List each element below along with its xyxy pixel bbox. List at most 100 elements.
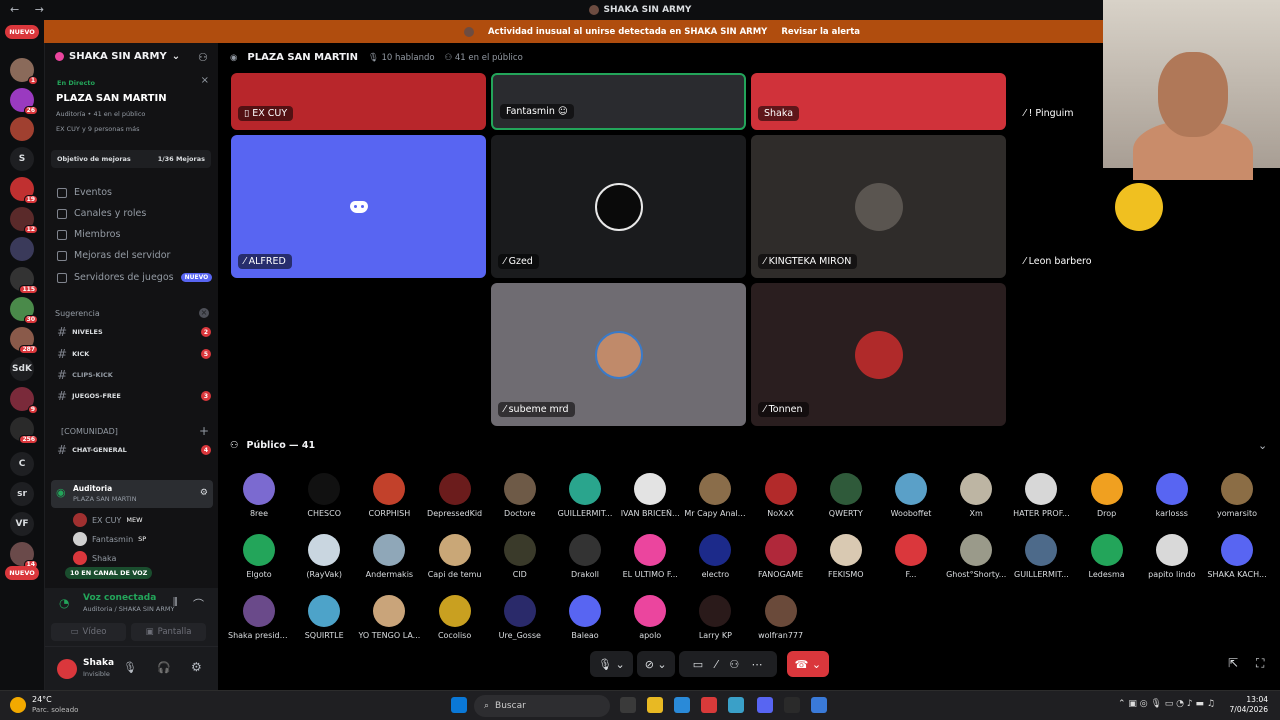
- server-icon[interactable]: 14: [10, 542, 38, 569]
- voice-channel-auditoria[interactable]: ◉ Auditoria PLAZA SAN MARTIN ⚙: [51, 480, 213, 508]
- speaker-tile[interactable]: ⁄ KINGTEKA MIRON: [751, 135, 1006, 278]
- audience-member[interactable]: wolfran777: [750, 595, 812, 640]
- audience-member[interactable]: yomarsito: [1206, 473, 1268, 518]
- audience-member[interactable]: Capi de temu: [424, 534, 486, 579]
- microphone-icon[interactable]: 🎙: [123, 661, 137, 674]
- audience-member[interactable]: Elgoto: [228, 534, 290, 579]
- audience-member[interactable]: electro: [684, 534, 746, 579]
- boost-goal[interactable]: Objetivo de mejoras 1/36 Mejoras: [51, 150, 211, 168]
- audience-member[interactable]: karlosss: [1141, 473, 1203, 518]
- server-icon[interactable]: 26: [10, 88, 38, 115]
- activity-icon[interactable]: ⁄: [715, 658, 717, 671]
- file-explorer-icon[interactable]: [647, 697, 663, 713]
- server-icon[interactable]: 256: [10, 417, 38, 444]
- channel-chat-general[interactable]: # CHAT-GENERAL 4: [57, 442, 211, 458]
- server-icon-c[interactable]: C: [10, 452, 34, 476]
- back-forward-buttons[interactable]: ← →: [10, 3, 50, 16]
- audience-member[interactable]: Mr Capy Anali...: [684, 473, 746, 518]
- user-name[interactable]: Shaka: [83, 658, 114, 668]
- avatar[interactable]: [57, 659, 77, 679]
- server-icon[interactable]: [10, 237, 34, 261]
- server-icon-vf[interactable]: VF: [10, 512, 34, 536]
- windows-start-icon[interactable]: [451, 697, 467, 713]
- camera-off-button[interactable]: ⊘ ⌄: [636, 651, 675, 677]
- voice-user[interactable]: Shaka: [73, 551, 116, 565]
- gear-icon[interactable]: ⚙: [191, 660, 202, 674]
- server-icon[interactable]: 9: [10, 387, 38, 414]
- speaker-tile[interactable]: Shaka: [751, 73, 1006, 130]
- audience-member[interactable]: apolo: [619, 595, 681, 640]
- speaker-tile[interactable]: ⁄ Tonnen: [751, 283, 1006, 426]
- audience-member[interactable]: YO TENGO LA...: [358, 595, 420, 640]
- obs-icon[interactable]: [784, 697, 800, 713]
- audience-member[interactable]: NoXxX: [750, 473, 812, 518]
- audience-member[interactable]: Larry KP: [684, 595, 746, 640]
- noise-suppression-icon[interactable]: ⫼: [173, 597, 178, 608]
- server-icon-s[interactable]: S: [10, 147, 34, 171]
- leave-stage-button[interactable]: ☎ ⌄: [786, 651, 830, 677]
- weather-temp[interactable]: 24°C: [32, 695, 52, 704]
- task-view-icon[interactable]: [620, 697, 636, 713]
- popout-icon[interactable]: ⇱: [1228, 656, 1238, 670]
- speaker-tile[interactable]: Fantasmin ☺: [491, 73, 746, 130]
- audience-member[interactable]: Cocoliso: [424, 595, 486, 640]
- audience-member[interactable]: FANOGAME: [750, 534, 812, 579]
- audience-member[interactable]: SHAKA KACH...: [1206, 534, 1268, 579]
- nav-events[interactable]: Eventos: [57, 187, 112, 198]
- video-button[interactable]: ▭ Vídeo: [51, 623, 126, 641]
- audience-member[interactable]: QWERTY: [815, 473, 877, 518]
- audience-member[interactable]: Shaka preside...: [228, 595, 290, 640]
- settings-icon[interactable]: ⚙: [200, 488, 208, 498]
- audience-member[interactable]: Ledesma: [1076, 534, 1138, 579]
- audience-member[interactable]: papito lindo: [1141, 534, 1203, 579]
- speaker-tile[interactable]: ⁄ ALFRED: [231, 135, 486, 278]
- app-icon[interactable]: [811, 697, 827, 713]
- headphones-icon[interactable]: 🎧: [157, 661, 171, 674]
- more-icon[interactable]: ⋯: [752, 658, 763, 671]
- server-icon[interactable]: 115: [10, 267, 38, 294]
- voice-status[interactable]: Voz conectada: [83, 593, 156, 603]
- audience-member[interactable]: CHESCO: [293, 473, 355, 518]
- add-channel-icon[interactable]: +: [199, 424, 209, 438]
- audience-member[interactable]: GUILLERMIT...: [1010, 534, 1072, 579]
- audience-member[interactable]: Xm: [945, 473, 1007, 518]
- audience-member[interactable]: EL ULTIMO F...: [619, 534, 681, 579]
- audience-member[interactable]: F...: [880, 534, 942, 579]
- server-icon[interactable]: 19: [10, 177, 38, 204]
- server-icon-sr[interactable]: sr: [10, 482, 34, 506]
- audience-member[interactable]: 8ree: [228, 473, 290, 518]
- review-alert-link[interactable]: Revisar la alerta: [781, 27, 860, 37]
- nav-boosts[interactable]: Mejoras del servidor: [57, 250, 170, 261]
- server-icon[interactable]: 12: [10, 207, 38, 234]
- discord-icon[interactable]: [757, 697, 773, 713]
- collapse-icon[interactable]: ⌄: [1258, 439, 1267, 452]
- server-header[interactable]: SHAKA SIN ARMY ⌄: [55, 51, 180, 62]
- edge-icon[interactable]: [674, 697, 690, 713]
- audience-member[interactable]: CORPHISH: [358, 473, 420, 518]
- audience-member[interactable]: (RayVak): [293, 534, 355, 579]
- server-icon[interactable]: 287: [10, 327, 38, 354]
- server-icon-sdk[interactable]: SdK: [10, 357, 34, 381]
- server-icon[interactable]: [10, 117, 34, 141]
- audience-member[interactable]: Ure_Gosse: [489, 595, 551, 640]
- fullscreen-icon[interactable]: ⛶: [1256, 656, 1264, 671]
- audience-member[interactable]: Baleao: [554, 595, 616, 640]
- audience-member[interactable]: FEKISMO: [815, 534, 877, 579]
- clock[interactable]: 13:04 7/04/2026: [1230, 695, 1268, 715]
- disconnect-icon[interactable]: ⌒: [193, 596, 204, 612]
- taskbar-search[interactable]: ⌕ Buscar: [474, 695, 610, 717]
- audience-member[interactable]: SQUIRTLE: [293, 595, 355, 640]
- audience-member[interactable]: Ghost°Shorty...: [945, 534, 1007, 579]
- add-member-icon[interactable]: ⚇: [198, 51, 208, 64]
- nav-channels-roles[interactable]: Canales y roles: [57, 208, 146, 219]
- audience-member[interactable]: HATER PROF...: [1010, 473, 1072, 518]
- channel-niveles[interactable]: # NIVELES 2: [57, 324, 211, 340]
- microphone-button[interactable]: 🎙 ⌄: [590, 651, 633, 677]
- dismiss-icon[interactable]: ×: [199, 308, 209, 318]
- audience-member[interactable]: IVAN BRICEÑ...: [619, 473, 681, 518]
- voice-user[interactable]: Fantasmin SP: [73, 532, 146, 546]
- speaker-tile[interactable]: ⁄ Gzed: [491, 135, 746, 278]
- channel-kick[interactable]: # KICK 5: [57, 346, 211, 362]
- people-icon[interactable]: ⚇: [729, 658, 739, 671]
- audience-member[interactable]: GUILLERMIT...: [554, 473, 616, 518]
